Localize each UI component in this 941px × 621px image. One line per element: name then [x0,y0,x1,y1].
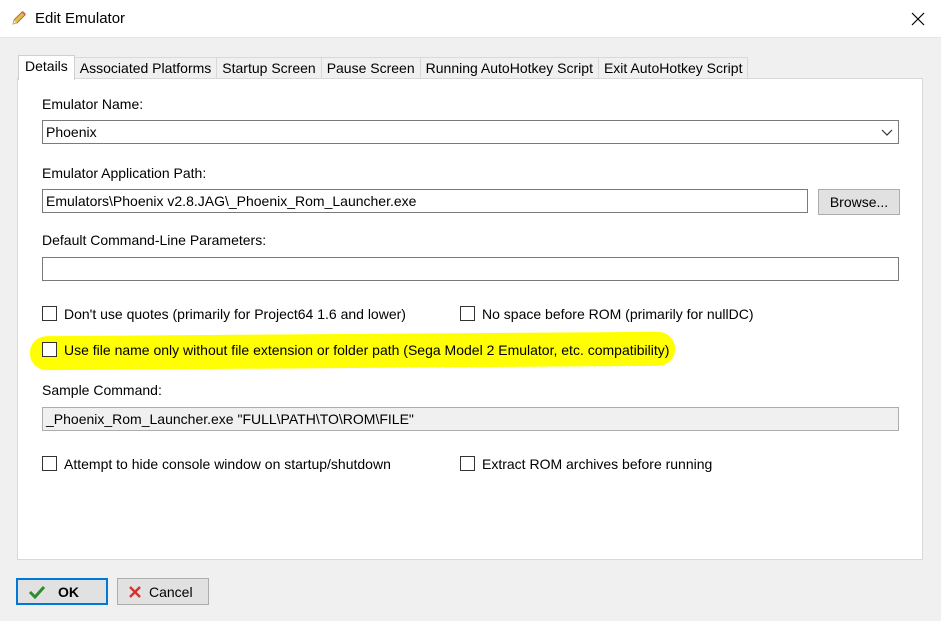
tab-details[interactable]: Details [18,55,75,80]
cancel-x-icon [129,585,141,598]
close-button[interactable] [895,0,941,38]
command-line-parameters-label: Default Command-Line Parameters: [42,232,267,248]
application-path-input[interactable]: Emulators\Phoenix v2.8.JAG\_Phoenix_Rom_… [42,189,808,213]
cancel-label: Cancel [149,583,193,600]
cancel-button[interactable]: Cancel [117,578,209,605]
chevron-down-icon [881,129,893,136]
checkmark-icon [28,585,46,599]
sample-command-field: _Phoenix_Rom_Launcher.exe "FULL\PATH\TO\… [42,407,899,431]
title-bar: Edit Emulator [0,0,941,38]
no-quotes-label: Don't use quotes (primarily for Project6… [64,306,406,322]
emulator-name-dropdown[interactable]: Phoenix [42,120,899,144]
ok-label: OK [58,583,79,600]
no-space-label: No space before ROM (primarily for nullD… [482,306,754,322]
emulator-name-value: Phoenix [46,124,97,140]
tab-startup-screen[interactable]: Startup Screen [216,57,322,79]
tab-running-autohotkey-script[interactable]: Running AutoHotkey Script [419,57,599,79]
no-space-checkbox[interactable] [460,306,475,321]
window-title: Edit Emulator [35,10,126,27]
command-line-parameters-input[interactable] [42,257,899,281]
hide-console-label: Attempt to hide console window on startu… [64,456,391,472]
no-quotes-checkbox[interactable] [42,306,57,321]
close-icon [911,12,925,26]
sample-command-label: Sample Command: [42,382,162,398]
browse-button[interactable]: Browse... [818,189,900,215]
filename-only-checkbox[interactable] [42,342,57,357]
tab-associated-platforms[interactable]: Associated Platforms [73,57,218,79]
extract-rom-label: Extract ROM archives before running [482,456,713,472]
pencil-icon [12,11,26,25]
tab-strip: Details Associated Platforms Startup Scr… [18,55,749,80]
extract-rom-checkbox[interactable] [460,456,475,471]
tab-exit-autohotkey-script[interactable]: Exit AutoHotkey Script [597,57,749,79]
ok-button[interactable]: OK [16,578,108,605]
filename-only-label: Use file name only without file extensio… [64,342,670,358]
application-path-label: Emulator Application Path: [42,165,207,181]
tab-pause-screen[interactable]: Pause Screen [320,57,421,79]
emulator-name-label: Emulator Name: [42,96,144,112]
hide-console-checkbox[interactable] [42,456,57,471]
